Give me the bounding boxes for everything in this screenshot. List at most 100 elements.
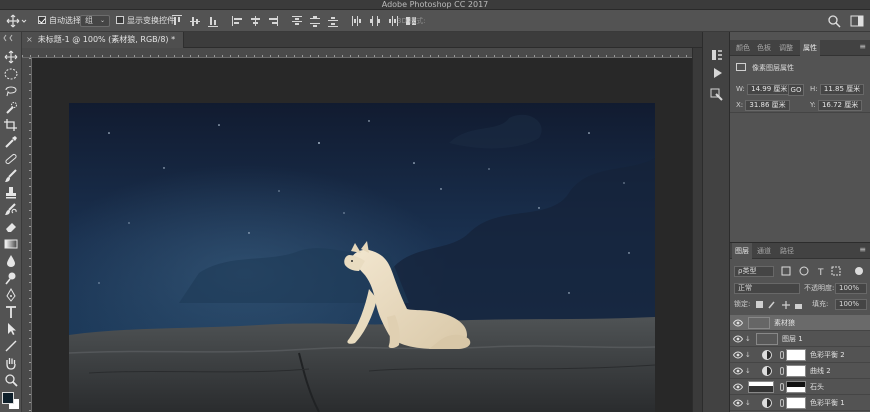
lock-transparent-icon[interactable]	[756, 301, 763, 308]
lock-icons	[756, 301, 802, 309]
y-value[interactable]: 16.72 厘米	[817, 100, 863, 111]
visibility-eye-icon[interactable]	[733, 319, 743, 327]
visibility-eye-icon[interactable]	[733, 335, 743, 343]
blend-mode-value: 正常	[738, 284, 752, 292]
blend-mode-dropdown[interactable]: 正常	[734, 283, 800, 294]
layer-row[interactable]: 素材狼	[730, 315, 870, 331]
width-value[interactable]: 14.99 厘米	[747, 84, 792, 95]
gradient-tool[interactable]	[3, 237, 19, 251]
tab-color[interactable]: 颜色	[736, 40, 750, 56]
lasso-icon	[5, 86, 17, 97]
layer-filter-dropdown[interactable]: ρ类型	[734, 266, 774, 277]
gradient-icon	[4, 239, 18, 249]
align-top-icon[interactable]	[172, 15, 182, 27]
panel-menu-icon[interactable]: ≡	[859, 42, 866, 51]
move-tool-preset-button[interactable]	[6, 14, 30, 28]
x-value[interactable]: 31.86 厘米	[745, 100, 790, 111]
align-bottom-icon[interactable]	[208, 15, 218, 27]
toolbox-collapse-icon[interactable]	[0, 33, 22, 43]
workspace-switcher-button[interactable]	[850, 14, 864, 28]
horizontal-ruler[interactable]	[22, 48, 702, 58]
vertical-scrollbar[interactable]	[692, 48, 702, 412]
fill-input[interactable]: 100%	[835, 299, 867, 310]
distribute-vcenter-icon[interactable]	[310, 15, 320, 27]
visibility-eye-icon[interactable]	[733, 383, 743, 391]
tab-layers[interactable]: 图层	[732, 243, 752, 259]
mask-link-icon	[780, 399, 784, 407]
distribute-left-icon[interactable]	[352, 15, 362, 27]
eraser-tool[interactable]	[3, 220, 19, 234]
tab-paths[interactable]: 路径	[780, 243, 794, 259]
visibility-eye-icon[interactable]	[733, 367, 743, 375]
zoom-tool[interactable]	[3, 373, 19, 387]
width-field[interactable]: W: 14.99 厘米	[736, 84, 792, 95]
visibility-eye-icon[interactable]	[733, 351, 743, 359]
distribute-top-icon[interactable]	[292, 15, 302, 27]
crop-tool[interactable]	[3, 118, 19, 132]
type-tool[interactable]	[3, 305, 19, 319]
filter-shape-icon[interactable]	[831, 266, 841, 276]
link-dimensions-button[interactable]: GO	[788, 84, 804, 96]
brush-tool[interactable]	[3, 169, 19, 183]
layer-row[interactable]: 石头	[730, 379, 870, 395]
layers-menu-icon[interactable]: ≡	[859, 245, 866, 254]
layers-panel: 图层 通道 路径 ≡ ρ类型 T 正常 不透明度: 100% 锁定: 填充: 1…	[730, 242, 870, 412]
blur-tool[interactable]	[3, 254, 19, 268]
line-tool[interactable]	[3, 339, 19, 353]
lock-image-icon[interactable]	[768, 301, 775, 309]
lock-position-icon[interactable]	[782, 301, 790, 309]
document-canvas[interactable]	[69, 103, 655, 412]
quick-select-tool[interactable]	[3, 101, 19, 115]
filter-type-icon[interactable]: T	[817, 268, 824, 277]
y-field[interactable]: Y: 16.72 厘米	[810, 100, 863, 111]
layer-row[interactable]: ↓ 曲线 2	[730, 363, 870, 379]
filter-adjustment-icon[interactable]	[799, 266, 809, 276]
align-left-icon[interactable]	[232, 15, 242, 27]
tab-channels[interactable]: 通道	[757, 243, 771, 259]
close-tab-icon[interactable]: ×	[26, 35, 33, 44]
vertical-ruler[interactable]	[22, 58, 32, 412]
x-field[interactable]: X: 31.86 厘米	[736, 100, 790, 111]
actions-play-icon[interactable]	[710, 66, 724, 80]
move-tool[interactable]	[3, 50, 19, 64]
auto-select-target-dropdown[interactable]: 组 ⌄	[80, 15, 110, 27]
lasso-tool[interactable]	[3, 84, 19, 98]
tab-properties[interactable]: 属性	[800, 40, 820, 56]
hand-tool[interactable]	[3, 356, 19, 370]
layer-row[interactable]: ↓ 色彩平衡 2	[730, 347, 870, 363]
align-right-icon[interactable]	[268, 15, 278, 27]
eyedropper-tool[interactable]	[3, 135, 19, 149]
align-hcenter-icon[interactable]	[250, 15, 260, 27]
history-panel-icon[interactable]	[710, 48, 724, 62]
path-selection-tool[interactable]	[3, 322, 19, 336]
opacity-input[interactable]: 100%	[835, 283, 867, 294]
show-transform-controls-checkbox[interactable]: 显示变换控件	[116, 14, 175, 28]
foreground-color-swatch[interactable]	[2, 392, 14, 404]
workspace-icon	[850, 15, 864, 27]
tab-swatches[interactable]: 色板	[757, 40, 771, 56]
distribute-bottom-icon[interactable]	[328, 15, 338, 27]
tab-adjustments[interactable]: 调整	[779, 40, 793, 56]
visibility-eye-icon[interactable]	[733, 399, 743, 407]
align-vcenter-icon[interactable]	[190, 15, 200, 27]
height-value[interactable]: 11.85 厘米	[819, 84, 865, 95]
pen-tool[interactable]	[3, 288, 19, 302]
filter-pixel-icon[interactable]	[781, 266, 791, 276]
distribute-hcenter-icon[interactable]	[370, 15, 380, 27]
height-field[interactable]: H: 11.85 厘米	[810, 84, 865, 95]
dodge-tool[interactable]	[3, 271, 19, 285]
filter-toggle-icon[interactable]	[855, 267, 863, 275]
history-brush-tool[interactable]	[3, 203, 19, 217]
search-button[interactable]	[827, 14, 841, 28]
layer-row[interactable]: ↓ 色彩平衡 1	[730, 395, 870, 411]
auto-select-checkbox[interactable]: 自动选择:	[38, 14, 84, 28]
tool-presets-icon[interactable]	[710, 88, 724, 102]
layer-type-row: 像素图层属性	[736, 62, 794, 74]
lock-all-icon[interactable]	[795, 304, 802, 309]
mask-link-icon	[780, 351, 784, 359]
clone-stamp-tool[interactable]	[3, 186, 19, 200]
document-tab[interactable]: × 未标题-1 @ 100% (素材狼, RGB/8) *	[22, 32, 185, 48]
marquee-tool[interactable]	[3, 67, 19, 81]
healing-brush-tool[interactable]	[3, 152, 19, 166]
layer-row[interactable]: ↓ 图层 1	[730, 331, 870, 347]
